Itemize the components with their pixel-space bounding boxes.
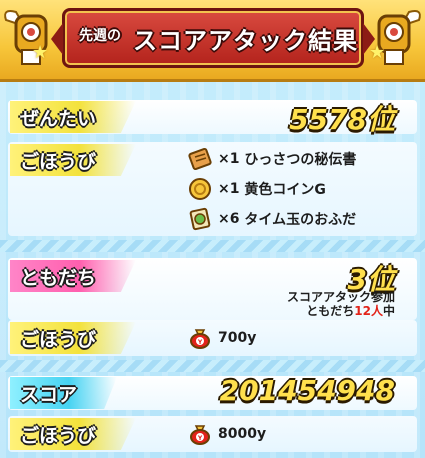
overall-rank-band: ぜんたい 5578位 — [8, 100, 417, 136]
score-band: スコア 201454948 — [8, 374, 417, 410]
reward-item: Y 8000y — [188, 422, 266, 446]
overall-rank-value: 5578位 — [289, 103, 395, 136]
reward-name: タイム玉のおふだ — [244, 212, 357, 228]
reward-qty: ×1 — [218, 151, 240, 167]
reward-name: 黄色コインG — [244, 182, 326, 198]
svg-text:Y: Y — [197, 435, 203, 442]
header-bar: ★ 先週の スコアアタック結果 ★ — [0, 0, 425, 82]
money-bag-icon: Y — [188, 326, 212, 350]
note-line-1: スコアアタック参加 — [286, 290, 395, 304]
winged-emblem-icon: ★ — [367, 2, 423, 72]
reward-amount: 8000y — [218, 426, 267, 442]
reward-item: Y 700y — [188, 326, 256, 350]
friends-reward-label: ごほうび — [10, 322, 137, 354]
friends-label: ともだち — [10, 260, 137, 292]
section-divider — [0, 240, 425, 252]
friends-rank-band: ともだち 3位 スコアアタック参加 ともだち12人中 — [8, 258, 417, 320]
money-bag-icon: Y — [188, 422, 212, 446]
reward-name: ひっさつの秘伝書 — [244, 152, 357, 168]
score-value: 201454948 — [219, 374, 395, 407]
overall-reward-label: ごほうび — [10, 144, 137, 176]
friends-participation-note: スコアアタック参加 ともだち12人中 — [287, 290, 395, 318]
reward-qty: ×6 — [218, 211, 240, 227]
score-label: スコア — [10, 377, 118, 409]
note-suffix: 中 — [382, 304, 395, 318]
score-attack-results-screen: ★ 先週の スコアアタック結果 ★ ぜんたい 5578位 ごほうび ×1 ひっさ… — [0, 0, 425, 458]
page-title: スコアアタック結果 — [133, 27, 358, 55]
reward-item: ×1 ひっさつの秘伝書 — [188, 147, 356, 171]
section-divider — [0, 360, 425, 372]
title-prefix: 先週の — [79, 28, 121, 44]
note-line-2: ともだち12人中 — [287, 304, 395, 318]
reward-item: ×1 黄色コインG — [188, 177, 326, 201]
scroll-icon — [188, 147, 212, 171]
gold-coin-icon — [188, 177, 212, 201]
reward-qty: ×1 — [218, 181, 240, 197]
winged-emblem-icon: ★ — [2, 2, 58, 72]
score-reward-label: ごほうび — [10, 418, 137, 450]
overall-label: ぜんたい — [10, 101, 137, 133]
svg-text:Y: Y — [197, 339, 203, 346]
reward-item: ×6 タイム玉のおふだ — [188, 207, 356, 231]
reward-amount: 700y — [218, 330, 257, 346]
title-plate: 先週の スコアアタック結果 — [51, 8, 375, 68]
time-talisman-icon — [188, 207, 212, 231]
note-prefix: ともだち — [306, 304, 355, 318]
friends-count: 12人 — [354, 304, 383, 318]
